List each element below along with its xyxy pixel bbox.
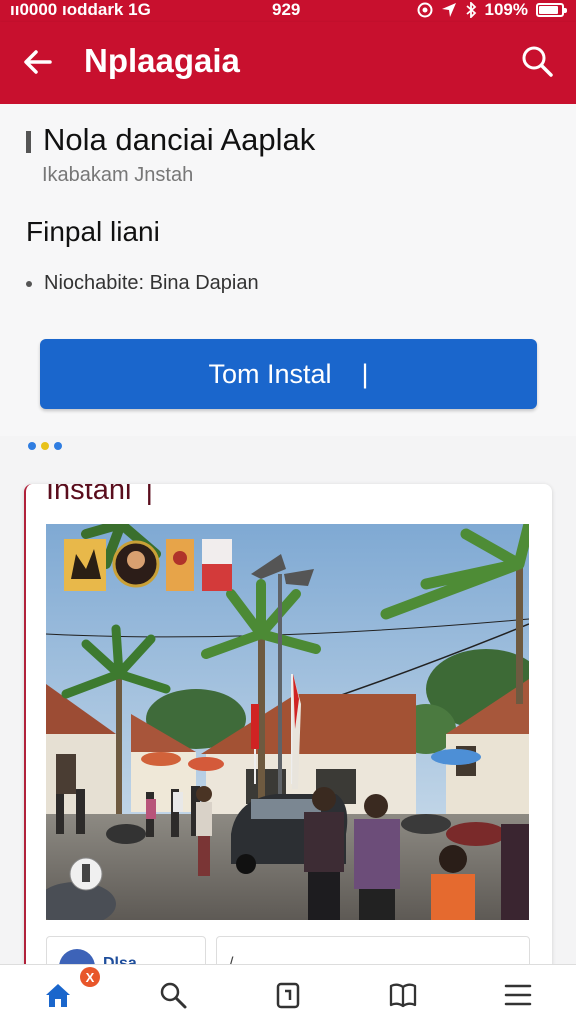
install-card: Instahl | <box>24 484 552 974</box>
info-bullet-text: Niochabite: Bina Dapian <box>44 272 259 294</box>
alarm-icon <box>417 2 433 18</box>
notification-badge: X <box>80 967 100 987</box>
nav-home[interactable]: X <box>0 965 115 1025</box>
search-icon[interactable] <box>520 44 554 78</box>
nav-bookmarks[interactable] <box>346 965 461 1025</box>
section-title: Finpal liani <box>26 216 160 247</box>
heading-marker <box>26 130 31 153</box>
battery-icon <box>536 3 567 17</box>
card-title-caret: | <box>145 484 153 506</box>
book-icon <box>390 983 417 1008</box>
app-heading: Nola danciai Aaplak <box>26 122 315 158</box>
app-info: Nola danciai Aaplak Ikabakam Jnstah Finp… <box>0 104 576 436</box>
bullet-dot <box>26 280 32 287</box>
arrow-left-icon[interactable] <box>20 44 56 80</box>
install-button[interactable]: Tom Instal | <box>40 339 537 409</box>
page-dot <box>54 442 62 450</box>
info-bullet: Niochabite: Bina Dapian <box>26 272 259 295</box>
page-title: Nplaagaia <box>84 42 240 79</box>
status-right: 109% <box>417 0 567 20</box>
page-dot <box>41 442 49 450</box>
nav-menu[interactable] <box>461 965 576 1025</box>
battery-percent: 109% <box>484 0 528 19</box>
nav-search[interactable] <box>115 965 230 1025</box>
battery-fill <box>539 6 558 14</box>
status-carrier: ıı0000 ıoddark 1G <box>10 0 151 19</box>
card-title-text: Instahl <box>46 484 132 506</box>
tab-icon <box>276 982 300 1009</box>
status-time: 929 <box>272 0 301 19</box>
person <box>501 824 529 920</box>
status-bar: ıı0000 ıoddark 1G 929 109% <box>0 0 576 22</box>
home-icon <box>45 984 70 1007</box>
install-button-caret: | <box>361 358 369 389</box>
search-icon <box>160 982 187 1009</box>
photo-illustration <box>46 524 529 920</box>
bluetooth-icon <box>465 2 476 18</box>
page-indicator <box>28 442 62 450</box>
app-bar: Nplaagaia <box>0 22 576 104</box>
person <box>196 786 212 876</box>
card-title: Instahl | <box>46 484 153 507</box>
app-heading-text: Nola danciai Aaplak <box>43 122 316 157</box>
page-dot <box>28 442 36 450</box>
location-icon <box>441 3 456 17</box>
menu-icon <box>505 984 532 1006</box>
village-photo[interactable] <box>46 524 529 920</box>
install-button-label: Tom Instal <box>208 358 332 389</box>
app-subheading: Ikabakam Jnstah <box>42 164 194 186</box>
nav-tabs[interactable] <box>230 965 345 1025</box>
bottom-nav: X <box>0 964 576 1025</box>
